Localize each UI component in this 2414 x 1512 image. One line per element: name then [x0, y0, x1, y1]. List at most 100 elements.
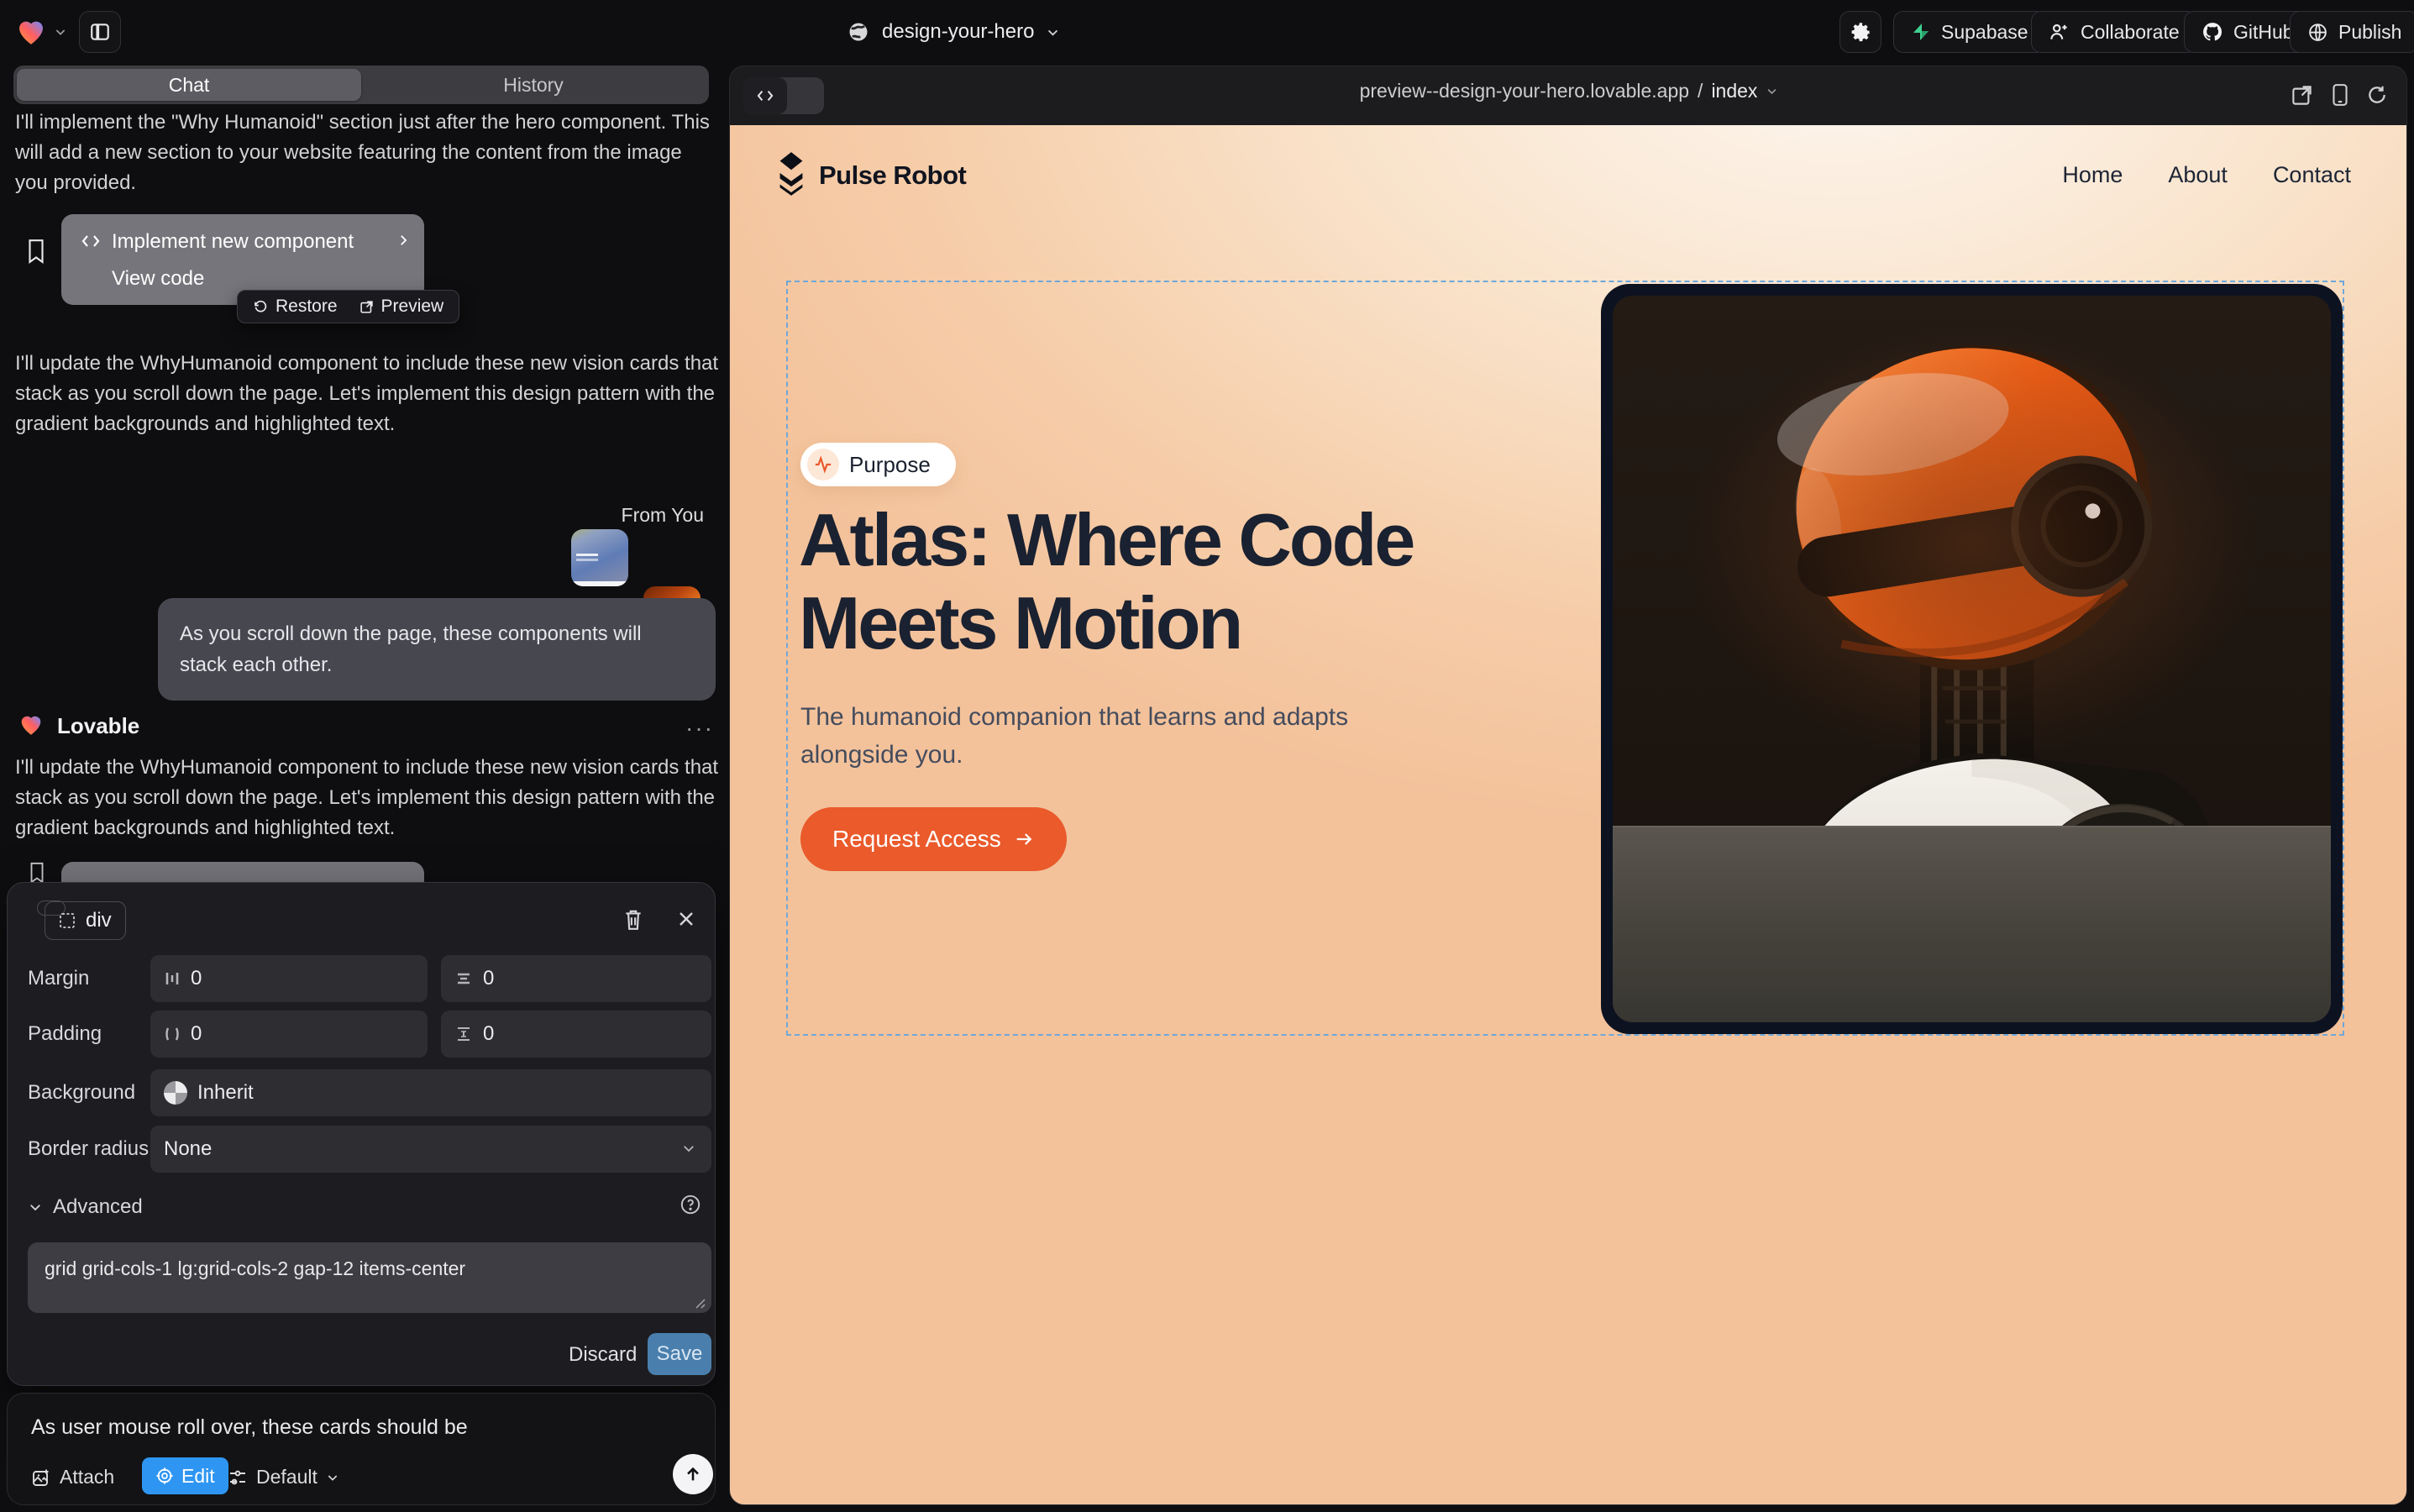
- request-access-label: Request Access: [832, 826, 1001, 853]
- margin-x-value: 0: [191, 967, 202, 990]
- workspace-chevron-down-icon[interactable]: [54, 25, 67, 39]
- preview-url-bar[interactable]: preview--design-your-hero.lovable.app / …: [1149, 80, 1989, 102]
- margin-label: Margin: [28, 967, 89, 990]
- send-button[interactable]: [673, 1454, 713, 1494]
- tab-history-label: History: [503, 74, 564, 97]
- chat-history-tabs: Chat History: [13, 66, 709, 104]
- github-icon: [2201, 21, 2223, 43]
- version-actions-popover: Restore Preview: [237, 290, 459, 323]
- purpose-badge: Purpose: [800, 443, 956, 486]
- element-tag-chip[interactable]: div: [45, 901, 126, 940]
- tab-chat[interactable]: Chat: [17, 69, 361, 101]
- site-brand[interactable]: Pulse Robot: [819, 160, 966, 191]
- view-code-link[interactable]: View code: [112, 267, 204, 291]
- site-nav: Home About Contact: [2049, 162, 2351, 188]
- open-external-icon[interactable]: [2291, 84, 2313, 107]
- chat-input-box[interactable]: As user mouse roll over, these cards sho…: [7, 1393, 716, 1505]
- attach-label: Attach: [60, 1466, 114, 1488]
- nav-contact[interactable]: Contact: [2273, 162, 2351, 188]
- project-globe-icon: [847, 20, 870, 44]
- supabase-label: Supabase: [1941, 21, 2028, 44]
- url-separator: /: [1698, 80, 1703, 102]
- site-header: Pulse Robot Home About Contact: [730, 125, 2407, 243]
- supabase-button[interactable]: Supabase: [1893, 11, 2046, 53]
- attachment-thumbnail-blue[interactable]: [571, 529, 628, 586]
- lovable-heart-icon: [17, 710, 45, 738]
- margin-x-input[interactable]: 0: [150, 955, 428, 1002]
- request-access-button[interactable]: Request Access: [800, 807, 1067, 871]
- robot-image: [1613, 296, 2331, 1022]
- discard-button[interactable]: Discard: [569, 1343, 637, 1367]
- bookmark-icon[interactable]: [25, 239, 47, 264]
- element-tag: div: [86, 909, 112, 932]
- message-menu-ellipsis-icon[interactable]: ···: [685, 715, 714, 742]
- mobile-view-icon[interactable]: [2329, 83, 2351, 107]
- chat-input-value[interactable]: As user mouse roll over, these cards sho…: [31, 1415, 468, 1440]
- save-label: Save: [657, 1342, 703, 1366]
- mode-chevron-down-icon: [326, 1471, 339, 1484]
- edit-mode-button[interactable]: Edit: [142, 1457, 228, 1494]
- github-label: GitHub: [2233, 21, 2294, 44]
- border-radius-value: None: [164, 1137, 212, 1161]
- refresh-icon[interactable]: [2366, 84, 2388, 106]
- padding-horizontal-icon: [164, 1025, 181, 1043]
- code-icon: [80, 231, 102, 251]
- background-input[interactable]: Inherit: [150, 1069, 711, 1116]
- nav-about[interactable]: About: [2168, 162, 2228, 188]
- assistant-message-1: I'll implement the "Why Humanoid" sectio…: [15, 108, 716, 198]
- save-button[interactable]: Save: [648, 1333, 711, 1375]
- nav-home[interactable]: Home: [2062, 162, 2123, 188]
- transparent-swatch-icon: [164, 1081, 187, 1105]
- publish-button[interactable]: Publish: [2290, 11, 2414, 53]
- project-switcher[interactable]: design-your-hero: [847, 18, 1060, 45]
- code-toggle-segment[interactable]: [743, 77, 787, 114]
- preview-version-label: Preview: [381, 297, 444, 317]
- background-label: Background: [28, 1081, 135, 1105]
- restore-button[interactable]: Restore: [253, 297, 338, 317]
- margin-horizontal-icon: [164, 969, 181, 988]
- arrow-up-icon: [684, 1465, 702, 1483]
- collaborate-button[interactable]: Collaborate: [2031, 11, 2197, 53]
- tab-history[interactable]: History: [361, 69, 706, 101]
- help-icon[interactable]: [680, 1194, 701, 1215]
- inspector-header: div: [8, 883, 716, 958]
- hero-robot-card: [1601, 284, 2343, 1034]
- close-inspector-icon[interactable]: [676, 909, 696, 929]
- code-preview-toggle[interactable]: [743, 77, 824, 114]
- edit-label: Edit: [181, 1465, 215, 1488]
- advanced-chevron-down-icon: [28, 1200, 43, 1215]
- lovable-logo-icon[interactable]: [13, 13, 49, 49]
- preview-version-button[interactable]: Preview: [359, 297, 444, 317]
- user-message-bubble: As you scroll down the page, these compo…: [158, 598, 716, 701]
- settings-button[interactable]: [1839, 11, 1881, 53]
- preview-path: index: [1711, 80, 1757, 102]
- advanced-section-toggle[interactable]: Advanced: [28, 1195, 143, 1219]
- pulse-robot-logo-icon[interactable]: [772, 152, 811, 196]
- agent-name: Lovable: [57, 713, 139, 739]
- hero-subheading: The humanoid companion that learns and a…: [800, 698, 1422, 774]
- padding-y-input[interactable]: 0: [441, 1011, 711, 1058]
- publish-label: Publish: [2338, 21, 2401, 44]
- robot-backdrop-glow: [1685, 325, 2259, 761]
- advanced-label: Advanced: [53, 1195, 143, 1219]
- margin-y-input[interactable]: 0: [441, 955, 711, 1002]
- collaborate-label: Collaborate: [2081, 21, 2180, 44]
- arrow-right-icon: [1013, 830, 1035, 848]
- supabase-icon: [1911, 22, 1931, 42]
- image-plus-icon: [31, 1467, 51, 1488]
- border-radius-select[interactable]: None: [150, 1126, 711, 1173]
- chat-mode-select[interactable]: Default: [228, 1466, 339, 1488]
- padding-x-value: 0: [191, 1022, 202, 1046]
- toggle-sidebar-button[interactable]: [79, 11, 121, 53]
- padding-vertical-icon: [454, 1026, 473, 1042]
- resize-handle[interactable]: [695, 1298, 706, 1310]
- from-you-label: From You: [538, 504, 704, 527]
- purpose-badge-label: Purpose: [849, 452, 937, 478]
- external-link-icon: [359, 300, 374, 314]
- tailwind-classes-textarea[interactable]: grid grid-cols-1 lg:grid-cols-2 gap-12 i…: [28, 1242, 711, 1313]
- pulse-icon: [807, 449, 839, 480]
- padding-x-input[interactable]: 0: [150, 1011, 428, 1058]
- robot-floor: [1613, 826, 2331, 1022]
- delete-element-icon[interactable]: [622, 908, 644, 932]
- attach-button[interactable]: Attach: [31, 1466, 114, 1488]
